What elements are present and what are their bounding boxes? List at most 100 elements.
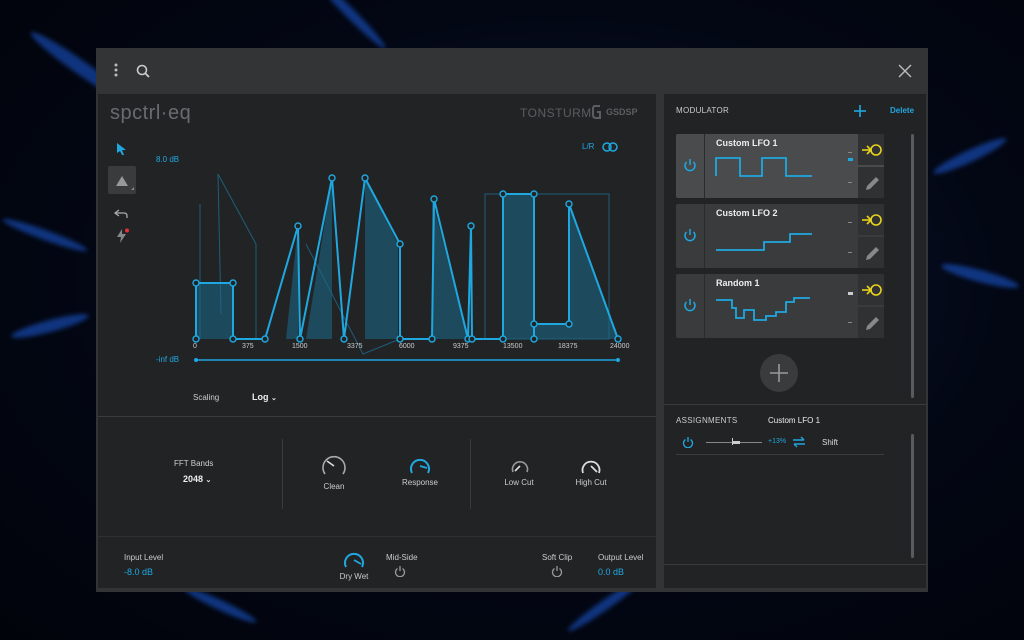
brand-logo: TONSTURM (520, 106, 592, 120)
amount-slider[interactable] (706, 438, 762, 445)
scaling-dropdown[interactable]: Log ⌄ (252, 392, 277, 402)
assign-target-button[interactable] (858, 274, 884, 305)
background-decoration (931, 133, 1009, 179)
brand-logo-secondary: GSDSP (606, 107, 638, 117)
level-marker (848, 252, 852, 253)
modulator-scrollbar[interactable] (911, 134, 914, 398)
power-toggle[interactable] (676, 204, 705, 268)
app-logo: spctrl·eq (110, 102, 192, 124)
background-decoration (1, 214, 89, 256)
clean-label: Clean (323, 482, 345, 491)
modulator-name: Custom LFO 2 (716, 208, 778, 218)
scaling-label: Scaling (193, 393, 220, 402)
edit-button[interactable] (858, 167, 884, 198)
x-tick: 9375 (453, 343, 469, 350)
level-marker (848, 152, 852, 153)
x-tick: 24000 (610, 343, 630, 350)
lfo-waveform (715, 157, 812, 177)
power-icon (684, 159, 696, 172)
triangle-shape-tool[interactable] (108, 166, 136, 194)
background-decoration (311, 0, 389, 52)
assign-target-button[interactable] (858, 134, 884, 165)
pencil-icon (866, 317, 879, 330)
power-toggle[interactable] (676, 274, 705, 338)
modulator-panel: MODULATOR Delete Custom LFO 1 Custom LFO… (664, 94, 926, 588)
assign-target-icon (862, 284, 882, 296)
level-marker (848, 322, 852, 323)
divider (470, 439, 471, 509)
swap-arrows-icon[interactable] (792, 436, 806, 448)
close-icon[interactable] (898, 64, 912, 78)
mid-side-label: Mid-Side (386, 553, 418, 562)
level-marker (848, 292, 853, 295)
modulator-name: Custom LFO 1 (716, 138, 778, 148)
fft-bands-dropdown[interactable]: 2048 ⌄ (183, 474, 211, 484)
input-level-value[interactable]: -8.0 dB (124, 567, 153, 577)
delete-button[interactable]: Delete (890, 106, 914, 115)
assign-target-button[interactable] (858, 204, 884, 235)
edit-button[interactable] (858, 307, 884, 338)
scaling-value: Log (252, 392, 269, 402)
lightning-icon[interactable] (116, 228, 130, 244)
pointer-icon[interactable] (116, 142, 128, 156)
mid-side-power-icon[interactable] (394, 564, 406, 578)
add-modulator-plus-icon[interactable] (854, 104, 866, 117)
power-toggle[interactable] (676, 134, 705, 198)
high-cut-label: High Cut (575, 478, 607, 487)
high-cut-knob[interactable] (580, 455, 602, 477)
add-modulator-button[interactable] (760, 354, 798, 392)
chevron-down-icon: ⌄ (271, 395, 277, 402)
fft-bands-label: FFT Bands (174, 459, 214, 468)
x-tick: 1500 (292, 343, 308, 350)
pencil-icon (866, 247, 879, 260)
lfo-waveform (716, 233, 812, 251)
output-level-value[interactable]: 0.0 dB (598, 567, 624, 577)
graph-max-label: 8.0 dB (156, 155, 180, 164)
pencil-icon (866, 177, 879, 190)
modulator-card-random1[interactable]: Random 1 (676, 274, 884, 338)
divider (664, 564, 926, 565)
edit-button[interactable] (858, 237, 884, 268)
soft-clip-label: Soft Clip (542, 553, 573, 562)
divider (664, 404, 926, 405)
stereo-mode-label: L/R (582, 142, 595, 151)
low-cut-knob[interactable] (510, 456, 530, 476)
output-level-label: Output Level (598, 553, 644, 562)
power-icon (684, 229, 696, 242)
dry-wet-knob[interactable] (342, 548, 366, 572)
plus-icon (770, 364, 788, 382)
modulator-title: MODULATOR (676, 106, 730, 115)
eq-graph[interactable] (188, 164, 628, 364)
power-icon[interactable] (682, 436, 694, 448)
divider (98, 536, 656, 537)
fft-bands-value: 2048 (183, 474, 204, 484)
brand-mark-icon (592, 104, 602, 120)
dry-wet-label: Dry Wet (339, 572, 369, 581)
power-icon (684, 299, 696, 312)
link-rings-icon[interactable] (602, 140, 618, 152)
divider (282, 439, 283, 509)
modulator-card-lfo2[interactable]: Custom LFO 2 (676, 204, 884, 268)
menu-dots-icon[interactable] (112, 62, 120, 78)
x-tick: 0 (193, 343, 197, 350)
eq-panel: spctrl·eq TONSTURM GSDSP 8.0 dB -inf dB … (98, 94, 656, 588)
assignment-row[interactable]: +13% Shift (676, 432, 884, 455)
response-knob[interactable] (408, 454, 432, 478)
clean-knob[interactable] (320, 452, 348, 480)
modulator-card-lfo1[interactable]: Custom LFO 1 (676, 134, 884, 198)
soft-clip-power-icon[interactable] (551, 564, 563, 578)
undo-icon[interactable] (113, 206, 128, 218)
top-bar (96, 48, 928, 92)
assignment-amount: +13% (768, 438, 787, 445)
assignment-target: Shift (822, 438, 839, 447)
graph-min-label: -inf dB (156, 355, 180, 364)
x-tick: 375 (242, 343, 254, 350)
low-cut-label: Low Cut (504, 478, 534, 487)
input-level-label: Input Level (124, 553, 164, 562)
assignments-scrollbar[interactable] (911, 434, 914, 558)
search-icon[interactable] (136, 64, 150, 78)
slider-fill (732, 441, 740, 444)
x-tick: 6000 (399, 343, 415, 350)
triangle-shape-icon (116, 176, 134, 190)
lfo-waveform (716, 297, 810, 321)
